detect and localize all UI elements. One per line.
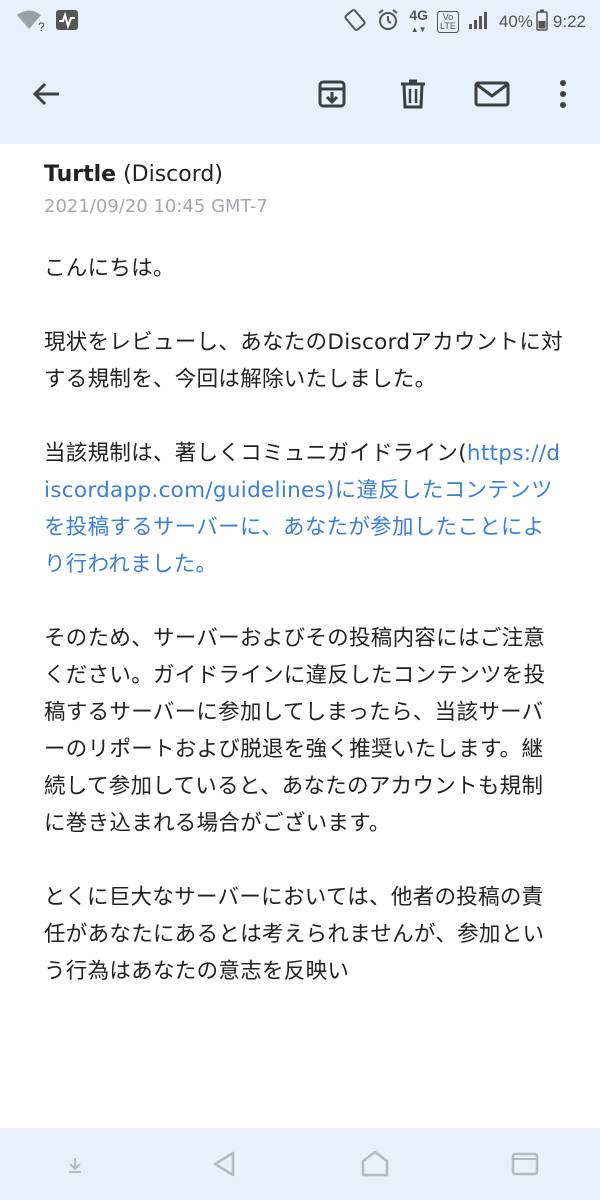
network-type: 4G ▲▼ (409, 6, 429, 34)
mail-icon (474, 81, 510, 107)
download-icon (69, 1158, 81, 1173)
paragraph: 当該規制は、著しくコミュニガイドライン(https://discordapp.c… (44, 435, 564, 583)
email-body: こんにちは。 現状をレビューし、あなたのDiscordアカウントに対する規制を、… (44, 250, 564, 990)
signal-icon (468, 10, 490, 35)
home-button[interactable] (355, 1144, 395, 1184)
volte-badge: Vo LTE (437, 11, 459, 33)
battery-icon (536, 9, 548, 36)
download-button[interactable] (55, 1144, 95, 1184)
recents-icon (511, 1152, 539, 1176)
delete-button[interactable] (393, 74, 433, 114)
back-arrow-icon (32, 82, 59, 106)
back-icon (213, 1151, 235, 1177)
paragraph: とくに巨大なサーバーにおいては、他者の投稿の責任があなたにあるとは考えられません… (44, 885, 545, 984)
archive-button[interactable] (312, 74, 352, 114)
paragraph-text: 当該規制は、著しくコミュニガイドライン( (44, 441, 467, 466)
nav-back-button[interactable] (205, 1144, 245, 1184)
more-vert-icon (560, 80, 566, 108)
email-date: 2021/09/20 10:45 GMT-7 (44, 196, 268, 217)
activity-icon (55, 9, 79, 36)
more-options-button[interactable] (543, 74, 583, 114)
sender: Turtle (Discord) (44, 158, 564, 192)
sender-name: Turtle (44, 162, 117, 187)
archive-icon (318, 80, 346, 108)
clock: 9:22 (552, 12, 586, 31)
sender-detail: (Discord) (116, 162, 223, 187)
greeting: こんにちは。 (44, 256, 175, 281)
battery-percent: 40% (498, 12, 533, 31)
email-content: Turtle (Discord) 2021/09/20 10:45 GMT-7 … (44, 144, 564, 1027)
alarm-icon (376, 8, 400, 37)
sim-indicator: ? (38, 20, 45, 34)
back-button[interactable] (26, 74, 66, 114)
navigation-bar (0, 1128, 600, 1200)
paragraph: 現状をレビューし、あなたのDiscordアカウントに対する規制を、今回は解除いた… (44, 330, 563, 392)
home-icon (361, 1150, 389, 1177)
delete-icon (401, 79, 425, 109)
rotate-icon (343, 8, 367, 37)
paragraph: そのため、サーバーおよびその投稿内容にはご注意ください。ガイドラインに違反したコ… (44, 626, 546, 836)
status-bar: ? 4G ▲▼ Vo LTE 40% 9:22 (0, 0, 600, 44)
recents-button[interactable] (505, 1144, 545, 1184)
mark-unread-button[interactable] (472, 74, 512, 114)
email-toolbar (0, 44, 600, 144)
